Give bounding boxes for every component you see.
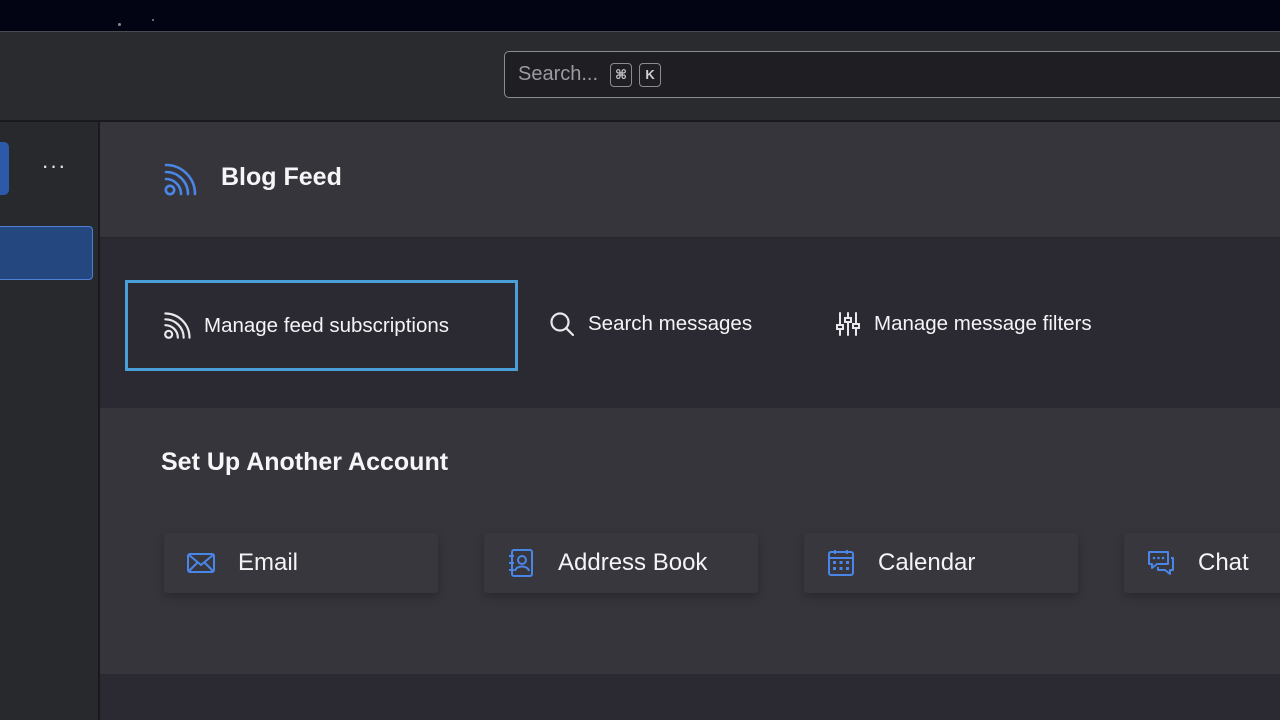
chat-bubbles-icon bbox=[1148, 551, 1174, 575]
sidebar-selected-folder[interactable] bbox=[0, 226, 93, 280]
spaces-sidebar bbox=[0, 122, 98, 720]
card-label: Email bbox=[238, 549, 299, 576]
manage-message-filters-button[interactable]: Manage message filters bbox=[834, 306, 1092, 342]
sliders-icon bbox=[836, 312, 860, 336]
desktop-star bbox=[152, 19, 154, 21]
magnifier-icon bbox=[550, 312, 575, 337]
action-label: Manage message filters bbox=[874, 312, 1092, 335]
desktop-star bbox=[118, 23, 121, 26]
setup-email-button[interactable]: Email bbox=[164, 533, 438, 593]
setup-chat-button[interactable]: Chat bbox=[1124, 533, 1280, 593]
setup-calendar-button[interactable]: Calendar bbox=[804, 533, 1078, 593]
header-divider bbox=[100, 237, 1280, 238]
search-messages-button[interactable]: Search messages bbox=[548, 306, 752, 342]
card-label: Address Book bbox=[558, 549, 708, 576]
command-key-hint: ⌘ bbox=[610, 62, 633, 87]
lower-section bbox=[100, 674, 1280, 720]
sidebar-new-message-button[interactable] bbox=[0, 142, 9, 195]
manage-feed-subscriptions-button[interactable]: Manage feed subscriptions bbox=[125, 280, 518, 371]
global-search-input[interactable]: Search... ⌘ K bbox=[504, 51, 1280, 98]
envelope-icon bbox=[187, 553, 215, 573]
desktop-background bbox=[0, 0, 1280, 31]
setup-address-book-button[interactable]: Address Book bbox=[484, 533, 758, 593]
sidebar-more-button[interactable]: ··· bbox=[38, 152, 70, 184]
section-heading: Set Up Another Account bbox=[161, 448, 449, 476]
action-label: Manage feed subscriptions bbox=[204, 313, 450, 337]
calendar-icon bbox=[828, 550, 854, 576]
card-label: Chat bbox=[1198, 549, 1249, 576]
action-label: Search messages bbox=[588, 312, 753, 335]
page-title: Blog Feed bbox=[221, 163, 342, 191]
search-placeholder: Search... bbox=[518, 63, 599, 85]
rss-feed-icon bbox=[164, 311, 191, 339]
k-key-hint: K bbox=[639, 62, 662, 87]
rss-feed-icon bbox=[164, 163, 197, 196]
card-label: Calendar bbox=[878, 549, 976, 576]
address-book-icon bbox=[509, 549, 533, 577]
